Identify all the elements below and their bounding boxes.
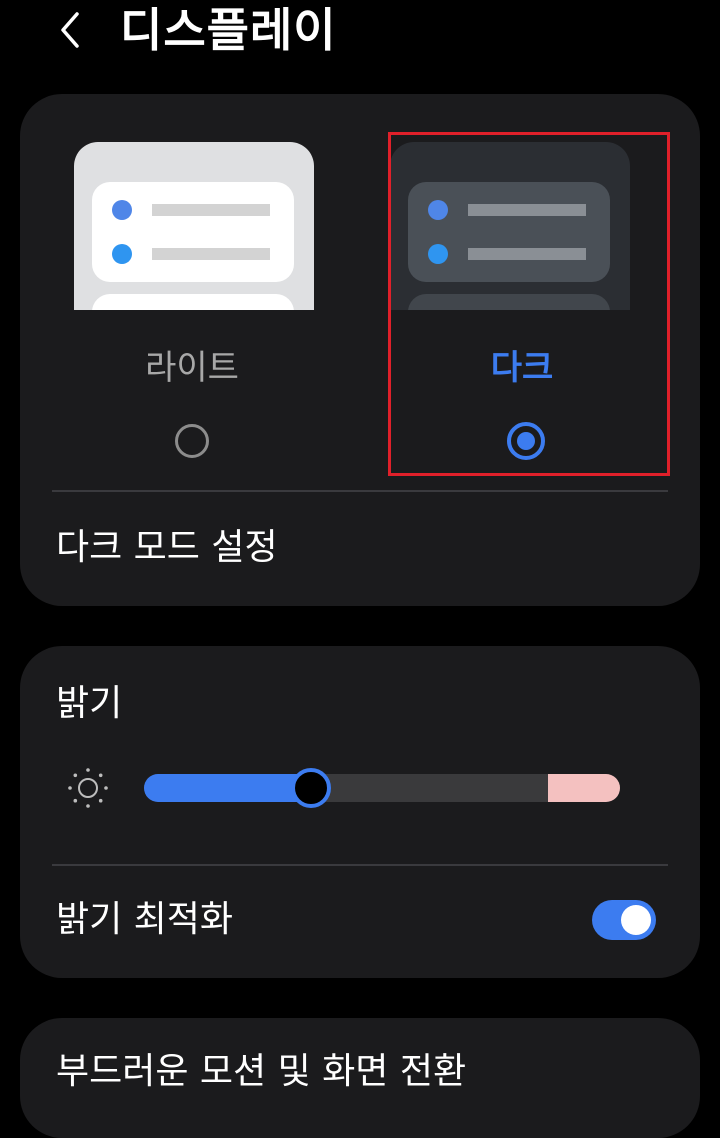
back-button[interactable] bbox=[52, 6, 88, 54]
adaptive-brightness-toggle[interactable] bbox=[592, 900, 656, 940]
selection-highlight-box bbox=[388, 132, 670, 476]
brightness-label: 밝기 bbox=[56, 683, 123, 724]
theme-card: 라이트 다크 다크 모드 설정 bbox=[20, 94, 700, 606]
light-mode-preview bbox=[74, 142, 314, 310]
motion-card: 부드러운 모션 및 화면 전환 bbox=[20, 1018, 700, 1138]
light-mode-radio[interactable] bbox=[175, 424, 209, 458]
slider-thumb[interactable] bbox=[291, 768, 331, 808]
adaptive-brightness-label: 밝기 최적화 bbox=[56, 899, 234, 940]
preview-line bbox=[152, 204, 270, 216]
brightness-card: 밝기 밝기 최적화 bbox=[20, 646, 700, 978]
sun-icon bbox=[68, 768, 108, 808]
preview-list-card bbox=[92, 182, 294, 282]
app-bar: 디스플레이 bbox=[0, 0, 720, 70]
page-title: 디스플레이 bbox=[120, 3, 337, 57]
toggle-knob bbox=[621, 905, 651, 935]
preview-line bbox=[152, 248, 270, 260]
divider bbox=[52, 864, 668, 866]
divider bbox=[52, 490, 668, 492]
light-mode-label: 라이트 bbox=[145, 348, 239, 388]
slider-track bbox=[144, 774, 620, 802]
light-mode-option[interactable]: 라이트 bbox=[60, 134, 344, 478]
slider-extra-brightness-zone bbox=[548, 774, 620, 802]
dark-mode-settings-item[interactable]: 다크 모드 설정 bbox=[56, 524, 278, 572]
brightness-slider[interactable] bbox=[144, 768, 620, 808]
preview-dot bbox=[112, 244, 132, 264]
chevron-left-icon bbox=[61, 12, 79, 48]
preview-dot bbox=[112, 200, 132, 220]
preview-list-card bbox=[92, 294, 294, 310]
slider-fill bbox=[144, 774, 311, 802]
